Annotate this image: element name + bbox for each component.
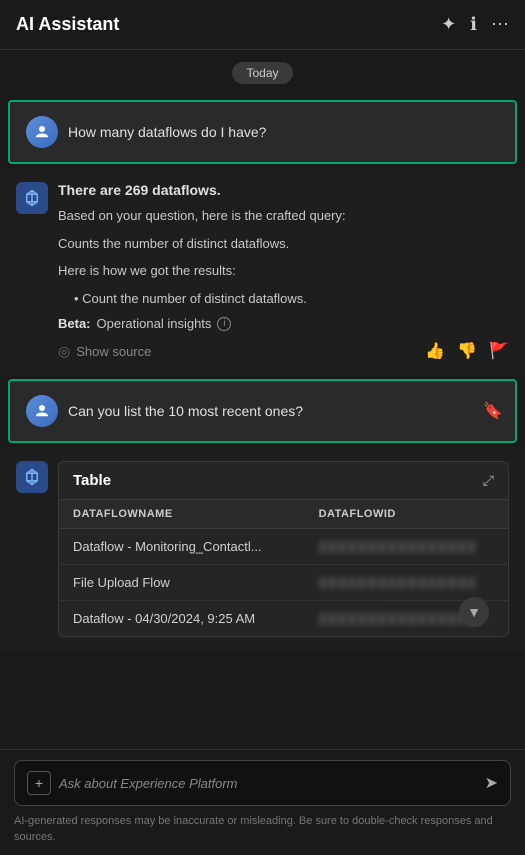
beta-info-icon[interactable]: i bbox=[217, 317, 231, 331]
thumbs-up-icon[interactable]: 👍 bbox=[425, 341, 445, 361]
ai-main-text-1: There are 269 dataflows. bbox=[58, 182, 509, 198]
info-icon[interactable]: ℹ bbox=[470, 14, 477, 35]
date-badge: Today bbox=[232, 62, 292, 84]
user-avatar-2 bbox=[26, 395, 58, 427]
ai-beta-1: Beta: Operational insights i bbox=[58, 316, 509, 331]
table-cell-name-0: Dataflow - Monitoring_Contactl... bbox=[73, 539, 319, 554]
app-header: AI Assistant ✦ ℹ ⋯ bbox=[0, 0, 525, 50]
table-header: Table ⤢ bbox=[59, 462, 508, 500]
table-cell-name-1: File Upload Flow bbox=[73, 575, 319, 590]
table-section-header-row: Table ⤢ DATAFLOWNAME DATAFLOWID Dataflow… bbox=[16, 461, 509, 637]
table-cell-id-1 bbox=[319, 577, 477, 589]
col-dataflowname: DATAFLOWNAME bbox=[73, 508, 319, 520]
ai-para-1-0: Based on your question, here is the craf… bbox=[58, 206, 509, 226]
show-source-button[interactable]: ◎ Show source bbox=[58, 343, 151, 360]
ai-actions-1: ◎ Show source 👍 👎 🚩 bbox=[58, 341, 509, 361]
table-container: Table ⤢ DATAFLOWNAME DATAFLOWID Dataflow… bbox=[58, 461, 509, 637]
date-separator: Today bbox=[0, 50, 525, 96]
input-placeholder[interactable]: Ask about Experience Platform bbox=[59, 776, 237, 791]
beta-label: Beta: bbox=[58, 316, 91, 331]
input-area: + Ask about Experience Platform ➤ AI-gen… bbox=[0, 749, 525, 855]
table-row: Dataflow - Monitoring_Contactl... bbox=[59, 529, 508, 565]
user-avatar-1 bbox=[26, 116, 58, 148]
table-columns: DATAFLOWNAME DATAFLOWID bbox=[59, 500, 508, 529]
table-title: Table bbox=[73, 472, 111, 489]
input-left: + Ask about Experience Platform bbox=[27, 771, 485, 795]
user-message-1-text: How many dataflows do I have? bbox=[68, 124, 266, 140]
table-wrapper: Table ⤢ DATAFLOWNAME DATAFLOWID Dataflow… bbox=[58, 461, 509, 637]
ai-para-1-1: Counts the number of distinct dataflows. bbox=[58, 234, 509, 254]
show-source-label: Show source bbox=[76, 344, 151, 359]
table-section: Table ⤢ DATAFLOWNAME DATAFLOWID Dataflow… bbox=[0, 447, 525, 651]
expand-icon[interactable]: ⤢ bbox=[483, 472, 494, 489]
more-icon[interactable]: ⋯ bbox=[491, 14, 509, 35]
ai-content-1: There are 269 dataflows. Based on your q… bbox=[58, 182, 509, 361]
ai-avatar-1 bbox=[16, 182, 48, 214]
header-icon-group: ✦ ℹ ⋯ bbox=[441, 14, 509, 35]
beta-value: Operational insights bbox=[97, 316, 212, 331]
reaction-icons: 👍 👎 🚩 bbox=[425, 341, 509, 361]
thumbs-down-icon[interactable]: 👎 bbox=[457, 341, 477, 361]
user-message-2-text: Can you list the 10 most recent ones? bbox=[68, 403, 303, 419]
ai-para-1-2: Here is how we got the results: bbox=[58, 261, 509, 281]
add-button[interactable]: + bbox=[27, 771, 51, 795]
light-icon[interactable]: ✦ bbox=[441, 14, 456, 35]
table-cell-id-0 bbox=[319, 541, 477, 553]
scroll-down-button[interactable]: ▼ bbox=[459, 597, 489, 627]
table-row: Dataflow - 04/30/2024, 9:25 AM bbox=[59, 601, 508, 636]
flag-icon[interactable]: 🚩 bbox=[489, 341, 509, 361]
table-row: File Upload Flow bbox=[59, 565, 508, 601]
send-button[interactable]: ➤ bbox=[485, 773, 498, 793]
chat-area: Today How many dataflows do I have? Ther… bbox=[0, 50, 525, 749]
table-cell-name-2: Dataflow - 04/30/2024, 9:25 AM bbox=[73, 611, 319, 626]
ai-message-1: There are 269 dataflows. Based on your q… bbox=[0, 168, 525, 375]
ai-avatar-2 bbox=[16, 461, 48, 493]
input-box: + Ask about Experience Platform ➤ bbox=[14, 760, 511, 806]
table-cell-id-2 bbox=[319, 613, 477, 625]
col-dataflowid: DATAFLOWID bbox=[319, 508, 494, 520]
user-message-2: Can you list the 10 most recent ones? 🔖 bbox=[8, 379, 517, 443]
ai-bullet-1: • Count the number of distinct dataflows… bbox=[74, 289, 509, 309]
app-title: AI Assistant bbox=[16, 14, 119, 35]
user-message-1: How many dataflows do I have? bbox=[8, 100, 517, 164]
bookmark-icon[interactable]: 🔖 bbox=[483, 401, 503, 421]
disclaimer-text: AI-generated responses may be inaccurate… bbox=[14, 814, 511, 845]
eye-icon: ◎ bbox=[58, 343, 70, 360]
